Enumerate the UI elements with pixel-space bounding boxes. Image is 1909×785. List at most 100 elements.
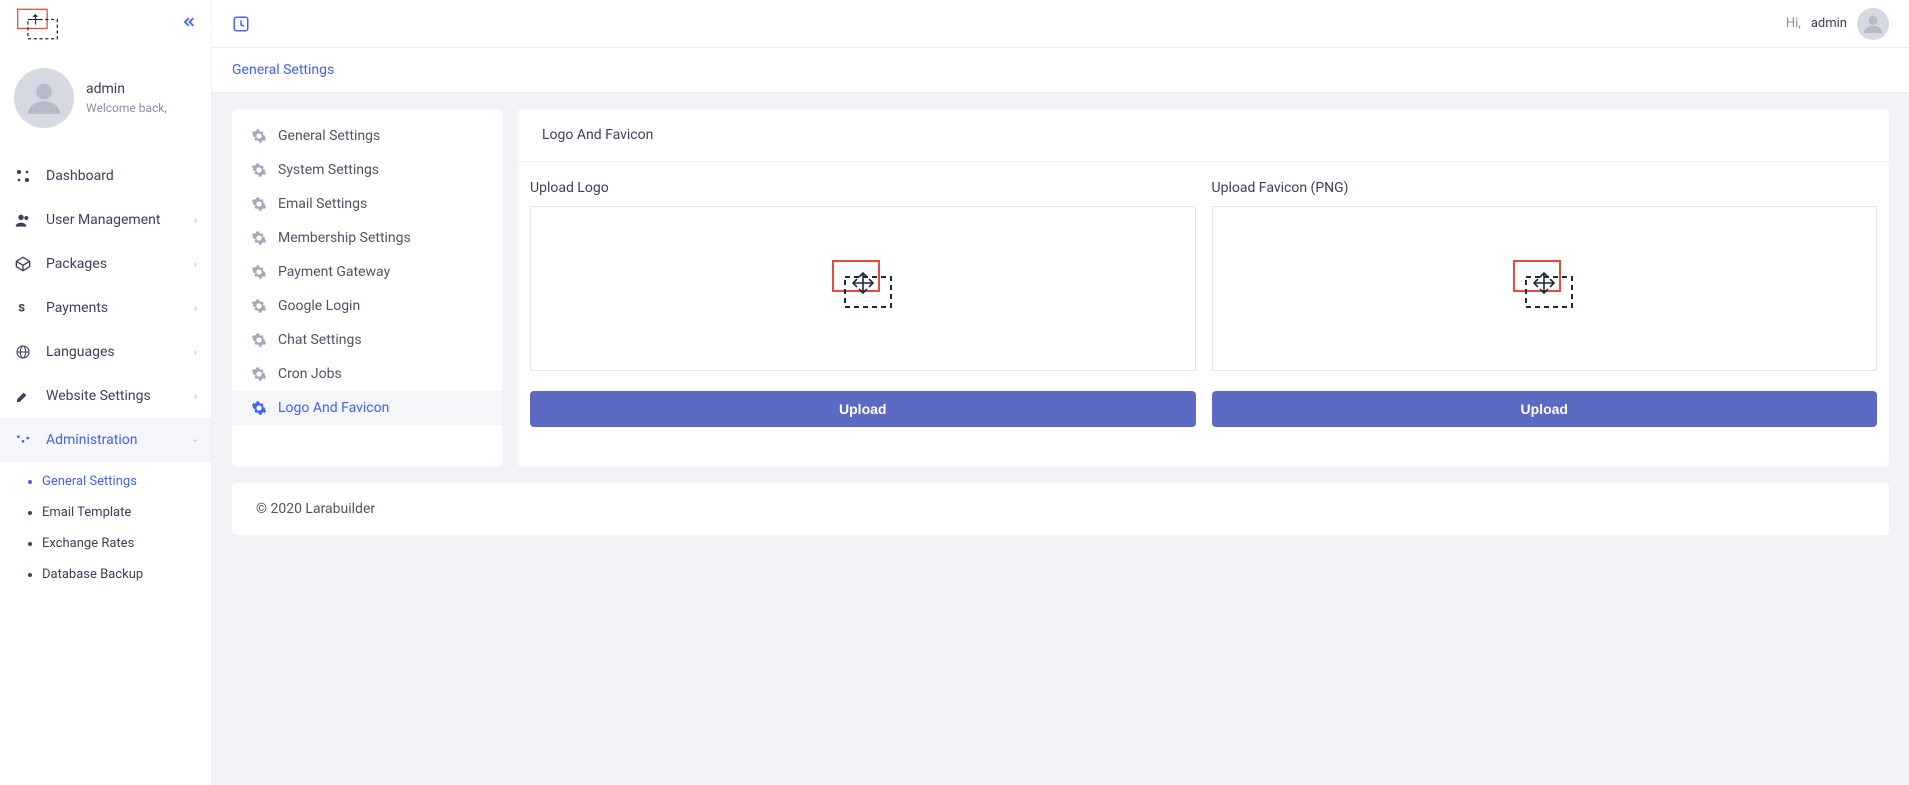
upload-favicon-dropzone[interactable]: [1212, 206, 1878, 371]
topbar: Hi, admin: [212, 0, 1909, 48]
bullet-icon: [28, 573, 32, 577]
bullet-icon: [28, 542, 32, 546]
package-icon: [14, 255, 32, 273]
tab-chat-settings[interactable]: Chat Settings: [232, 323, 502, 357]
tab-label: System Settings: [278, 162, 379, 178]
tab-label: Payment Gateway: [278, 264, 390, 280]
sidebar: admin Welcome back, Dashboard User Manag…: [0, 0, 212, 785]
app-logo: [14, 8, 70, 40]
upload-logo-label: Upload Logo: [530, 180, 1196, 196]
gear-icon: [250, 195, 268, 213]
subnav-label: Email Template: [42, 505, 131, 520]
nav-packages[interactable]: Packages ›: [0, 242, 211, 286]
chevron-right-icon: ›: [194, 390, 197, 403]
avatar: [14, 68, 74, 128]
card-title: Logo And Favicon: [518, 109, 1889, 162]
tab-label: Membership Settings: [278, 230, 411, 246]
subnav-general-settings[interactable]: General Settings: [0, 466, 211, 497]
greeting: Hi,: [1786, 16, 1801, 31]
nav-payments[interactable]: S Payments ›: [0, 286, 211, 330]
tab-label: Google Login: [278, 298, 360, 314]
settings-tabs: General Settings System Settings Email S…: [232, 109, 502, 467]
tab-label: Chat Settings: [278, 332, 362, 348]
footer: © 2020 Larabuilder: [232, 483, 1889, 535]
bullet-icon: [28, 511, 32, 515]
subnav-administration: General Settings Email Template Exchange…: [0, 462, 211, 596]
nav-administration[interactable]: Administration ›: [0, 418, 211, 462]
content-card: Logo And Favicon Upload Logo: [518, 109, 1889, 467]
pencil-icon: [14, 387, 32, 405]
tab-label: Cron Jobs: [278, 366, 342, 382]
tab-label: General Settings: [278, 128, 380, 144]
gear-icon: [250, 399, 268, 417]
subnav-email-template[interactable]: Email Template: [0, 497, 211, 528]
gear-icon: [250, 365, 268, 383]
svg-text:S: S: [18, 302, 25, 315]
chevron-down-icon: ›: [189, 438, 202, 441]
clock-icon[interactable]: [232, 15, 250, 33]
upload-favicon-col: Upload Favicon (PNG): [1212, 180, 1878, 427]
nav-label: Website Settings: [46, 388, 151, 404]
breadcrumb[interactable]: General Settings: [212, 48, 1909, 93]
subnav-label: Exchange Rates: [42, 536, 134, 551]
gear-icon: [250, 161, 268, 179]
bullet-icon: [28, 480, 32, 484]
profile-name: admin: [86, 81, 167, 97]
image-placeholder-icon: [823, 259, 903, 319]
footer-text: © 2020 Larabuilder: [256, 501, 375, 517]
nav-label: Packages: [46, 256, 107, 272]
payments-icon: S: [14, 299, 32, 317]
gear-icon: [250, 229, 268, 247]
nav-user-management[interactable]: User Management ›: [0, 198, 211, 242]
tab-logo-and-favicon[interactable]: Logo And Favicon: [232, 391, 502, 425]
users-icon: [14, 211, 32, 229]
breadcrumb-text: General Settings: [232, 62, 334, 78]
nav-label: Dashboard: [46, 168, 114, 184]
nav-label: Payments: [46, 300, 108, 316]
tab-email-settings[interactable]: Email Settings: [232, 187, 502, 221]
chevron-right-icon: ›: [194, 258, 197, 271]
image-placeholder-icon: [1504, 259, 1584, 319]
nav-label: Languages: [46, 344, 115, 360]
tab-label: Email Settings: [278, 196, 367, 212]
upload-logo-col: Upload Logo: [530, 180, 1196, 427]
collapse-sidebar-icon[interactable]: [179, 13, 197, 36]
nav-languages[interactable]: Languages ›: [0, 330, 211, 374]
logo-row: [0, 0, 211, 48]
main: Hi, admin General Settings General Setti…: [212, 0, 1909, 785]
upload-favicon-label: Upload Favicon (PNG): [1212, 180, 1878, 196]
topbar-username: admin: [1811, 16, 1847, 31]
upload-favicon-button[interactable]: Upload: [1212, 391, 1878, 427]
tab-label: Logo And Favicon: [278, 400, 389, 416]
tab-payment-gateway[interactable]: Payment Gateway: [232, 255, 502, 289]
subnav-label: Database Backup: [42, 567, 143, 582]
main-nav: Dashboard User Management › Packages › S…: [0, 148, 211, 785]
tab-google-login[interactable]: Google Login: [232, 289, 502, 323]
gear-icon: [250, 297, 268, 315]
upload-logo-button[interactable]: Upload: [530, 391, 1196, 427]
globe-icon: [14, 343, 32, 361]
gear-icon: [250, 263, 268, 281]
profile-welcome: Welcome back,: [86, 101, 167, 115]
tab-cron-jobs[interactable]: Cron Jobs: [232, 357, 502, 391]
sliders-icon: [14, 431, 32, 449]
profile-block: admin Welcome back,: [0, 48, 211, 148]
chevron-right-icon: ›: [194, 346, 197, 359]
subnav-label: General Settings: [42, 474, 137, 489]
tab-general-settings[interactable]: General Settings: [232, 119, 502, 153]
chevron-right-icon: ›: [194, 302, 197, 315]
nav-label: Administration: [46, 432, 137, 448]
gear-icon: [250, 331, 268, 349]
dashboard-icon: [14, 167, 32, 185]
tab-system-settings[interactable]: System Settings: [232, 153, 502, 187]
chevron-right-icon: ›: [194, 214, 197, 227]
upload-logo-dropzone[interactable]: [530, 206, 1196, 371]
nav-website-settings[interactable]: Website Settings ›: [0, 374, 211, 418]
tab-membership-settings[interactable]: Membership Settings: [232, 221, 502, 255]
nav-dashboard[interactable]: Dashboard: [0, 154, 211, 198]
subnav-exchange-rates[interactable]: Exchange Rates: [0, 528, 211, 559]
nav-label: User Management: [46, 212, 160, 228]
topbar-avatar[interactable]: [1857, 8, 1889, 40]
subnav-database-backup[interactable]: Database Backup: [0, 559, 211, 590]
gear-icon: [250, 127, 268, 145]
